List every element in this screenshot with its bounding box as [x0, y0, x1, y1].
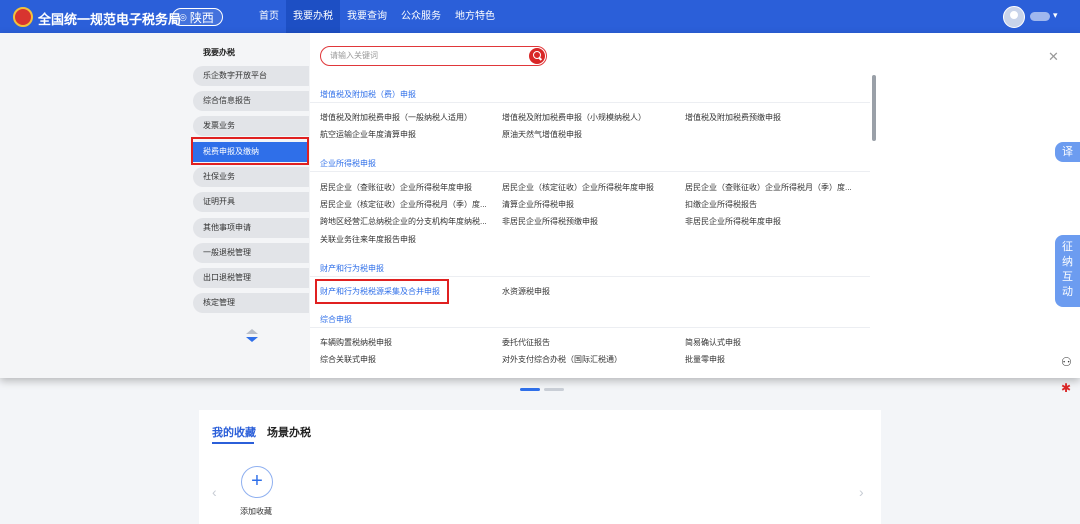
sidebar-heading: 我要办税: [203, 48, 235, 57]
carousel-dot-active[interactable]: [520, 388, 540, 391]
service-link[interactable]: 跨地区经营汇总纳税企业的分支机构年度纳税...: [320, 216, 487, 227]
service-link[interactable]: 航空运输企业年度清算申报: [320, 129, 416, 140]
region-label: 陕西: [189, 10, 214, 25]
category-title: 企业所得税申报: [320, 159, 376, 168]
service-link[interactable]: 居民企业（核定征收）企业所得税年度申报: [502, 182, 654, 193]
service-link[interactable]: 批量零申报: [685, 354, 725, 365]
service-link[interactable]: 居民企业（查账征收）企业所得税月（季）度...: [685, 182, 852, 193]
scroll-down-icon[interactable]: [246, 337, 258, 342]
service-link[interactable]: 增值税及附加税费申报（一般纳税人适用）: [320, 112, 472, 123]
service-link[interactable]: 简易确认式申报: [685, 337, 741, 348]
service-link[interactable]: 对外支付综合办税（国际汇税通）: [502, 354, 622, 365]
service-link[interactable]: 增值税及附加税费预缴申报: [685, 112, 781, 123]
main-nav: 首页 我要办税 我要查询 公众服务 地方特色: [252, 0, 502, 33]
service-link[interactable]: 委托代征报告: [502, 337, 550, 348]
service-link[interactable]: 居民企业（核定征收）企业所得税月（季）度...: [320, 199, 487, 210]
divider: [310, 171, 870, 172]
sidebar-item-leqi[interactable]: 乐企数字开放平台: [193, 66, 309, 86]
active-tab-indicator: [212, 442, 254, 444]
sidebar-item-certificate[interactable]: 证明开具: [193, 192, 309, 212]
service-link[interactable]: 居民企业（查账征收）企业所得税年度申报: [320, 182, 472, 193]
translate-button[interactable]: 译: [1055, 142, 1080, 162]
service-link[interactable]: 水资源税申报: [502, 286, 550, 297]
nav-local-features[interactable]: 地方特色: [448, 0, 502, 33]
interaction-button[interactable]: 征 纳 互 动: [1055, 235, 1080, 307]
service-link[interactable]: 非居民企业所得税年度申报: [685, 216, 781, 227]
do-tax-menu-panel: 我要办税 乐企数字开放平台 综合信息报告 发票业务 税费申报及缴纳 社保业务 证…: [0, 33, 1080, 378]
favorites-card: 我的收藏 场景办税 + 添加收藏: [199, 410, 881, 524]
accessibility-icon[interactable]: ⚇: [1061, 355, 1072, 369]
nav-do-tax[interactable]: 我要办税: [286, 0, 340, 33]
tab-my-favorites[interactable]: 我的收藏: [212, 424, 256, 440]
site-title[interactable]: 全国统一规范电子税务局: [38, 9, 181, 28]
add-favorite-label: 添加收藏: [240, 507, 272, 516]
service-link[interactable]: 扣缴企业所得税报告: [685, 199, 757, 210]
sidebar-item-info-report[interactable]: 综合信息报告: [193, 91, 309, 111]
carousel-dot[interactable]: [544, 388, 564, 391]
highlight-box: [191, 137, 309, 165]
category-title: 综合申报: [320, 315, 352, 324]
service-link[interactable]: 非居民企业所得税预缴申报: [502, 216, 598, 227]
chevron-left-icon[interactable]: ‹: [212, 484, 217, 500]
search-icon[interactable]: [529, 48, 545, 64]
sidebar-item-refund[interactable]: 一般退税管理: [193, 243, 309, 263]
add-favorite-button[interactable]: +: [241, 466, 273, 498]
sidebar-item-assessment[interactable]: 核定管理: [193, 293, 309, 313]
divider: [310, 102, 870, 103]
nav-public-service[interactable]: 公众服务: [394, 0, 448, 33]
service-link[interactable]: 清算企业所得税申报: [502, 199, 574, 210]
region-selector[interactable]: ◎ 陕西: [172, 8, 223, 26]
service-link[interactable]: 车辆购置税纳税申报: [320, 337, 392, 348]
scrollbar[interactable]: [872, 75, 876, 141]
category-title: 财产和行为税申报: [320, 264, 384, 273]
divider: [310, 327, 870, 328]
service-link[interactable]: 增值税及附加税费申报（小规模纳税人）: [502, 112, 646, 123]
highlight-box: [315, 279, 449, 304]
sidebar-item-export-refund[interactable]: 出口退税管理: [193, 268, 309, 288]
user-name-masked[interactable]: [1030, 12, 1050, 21]
tab-scenario-tax[interactable]: 场景办税: [267, 424, 311, 440]
sidebar: 我要办税 乐企数字开放平台 综合信息报告 发票业务 税费申报及缴纳 社保业务 证…: [0, 33, 310, 378]
sidebar-item-invoice[interactable]: 发票业务: [193, 116, 309, 136]
category-title: 增值税及附加税（费）申报: [320, 90, 416, 99]
service-link[interactable]: 综合关联式申报: [320, 354, 376, 365]
interaction-char: 动: [1062, 286, 1073, 298]
interaction-char: 互: [1062, 271, 1073, 283]
tax-emblem-icon: [13, 7, 33, 27]
nav-home[interactable]: 首页: [252, 0, 286, 33]
chevron-down-icon[interactable]: ▾: [1053, 10, 1058, 21]
chevron-right-icon[interactable]: ›: [859, 484, 864, 500]
sidebar-item-social-insurance[interactable]: 社保业务: [193, 167, 309, 187]
interaction-char: 征: [1062, 241, 1073, 253]
search-input[interactable]: 请输入关键词: [320, 46, 547, 66]
nav-query[interactable]: 我要查询: [340, 0, 394, 33]
close-icon[interactable]: ✕: [1048, 49, 1059, 65]
location-pin-icon: ◎: [179, 11, 187, 22]
top-bar: 全国统一规范电子税务局 ◎ 陕西 首页 我要办税 我要查询 公众服务 地方特色 …: [0, 0, 1080, 33]
service-link[interactable]: 原油天然气增值税申报: [502, 129, 582, 140]
divider: [310, 276, 870, 277]
service-link[interactable]: 关联业务往来年度报告申报: [320, 234, 416, 245]
user-avatar[interactable]: [1003, 6, 1025, 28]
interaction-char: 纳: [1062, 256, 1073, 268]
sidebar-item-other-requests[interactable]: 其他事项申请: [193, 218, 309, 238]
scroll-up-icon[interactable]: [246, 329, 258, 334]
app-icon[interactable]: ✱: [1061, 381, 1071, 395]
